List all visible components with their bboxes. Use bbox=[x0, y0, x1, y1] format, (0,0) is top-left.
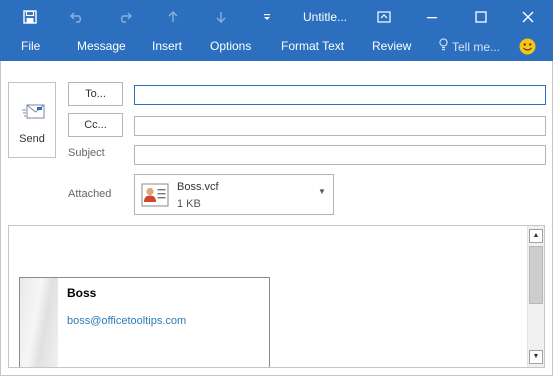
attachment-dropdown-icon[interactable]: ▼ bbox=[318, 187, 326, 196]
tell-me-box[interactable]: Tell me... bbox=[439, 34, 500, 61]
undo-icon[interactable] bbox=[67, 0, 87, 34]
redo-icon[interactable] bbox=[115, 0, 135, 34]
send-button[interactable]: Send bbox=[8, 82, 56, 158]
maximize-icon[interactable] bbox=[469, 0, 493, 34]
subject-label: Subject bbox=[68, 147, 105, 159]
contact-card-icon bbox=[141, 183, 169, 210]
cc-button[interactable]: Cc... bbox=[68, 113, 123, 137]
down-arrow-icon[interactable] bbox=[211, 0, 231, 34]
scroll-down-icon[interactable]: ▼ bbox=[529, 350, 543, 364]
ribbon-tabs: File Message Insert Options Format Text … bbox=[0, 34, 553, 61]
scroll-up-icon[interactable]: ▲ bbox=[529, 229, 543, 243]
attached-label: Attached bbox=[68, 188, 112, 200]
attachment-item[interactable]: Boss.vcf 1 KB ▼ bbox=[134, 174, 334, 215]
window-title: Untitle... bbox=[303, 10, 348, 24]
title-bar: Untitle... bbox=[0, 0, 553, 34]
card-decoration bbox=[20, 278, 58, 367]
tab-options[interactable]: Options bbox=[210, 34, 251, 61]
business-card: Boss boss@officetooltips.com bbox=[19, 277, 270, 367]
tab-insert[interactable]: Insert bbox=[152, 34, 182, 61]
send-label: Send bbox=[19, 133, 45, 145]
minimize-icon[interactable] bbox=[420, 0, 444, 34]
tab-message[interactable]: Message bbox=[77, 34, 126, 61]
close-icon[interactable] bbox=[516, 0, 540, 34]
send-envelope-icon bbox=[22, 103, 46, 124]
tab-file[interactable]: File bbox=[21, 34, 40, 61]
lightbulb-icon bbox=[439, 35, 448, 60]
tab-review[interactable]: Review bbox=[372, 34, 411, 61]
tell-me-label: Tell me... bbox=[452, 40, 501, 54]
vertical-scrollbar[interactable]: ▲ ▼ bbox=[527, 226, 544, 367]
smiley-feedback-icon[interactable] bbox=[519, 38, 536, 56]
to-button[interactable]: To... bbox=[68, 82, 123, 106]
up-arrow-icon[interactable] bbox=[163, 0, 183, 34]
subject-field[interactable] bbox=[134, 145, 546, 165]
ribbon-display-options-icon[interactable] bbox=[374, 0, 394, 34]
scroll-thumb[interactable] bbox=[529, 246, 543, 304]
save-icon[interactable] bbox=[20, 0, 40, 34]
card-email-link[interactable]: boss@officetooltips.com bbox=[67, 315, 186, 327]
customize-quick-access-icon[interactable] bbox=[259, 0, 275, 34]
cc-field[interactable] bbox=[134, 116, 546, 136]
card-name: Boss bbox=[67, 286, 97, 300]
attachment-name: Boss.vcf bbox=[177, 181, 219, 193]
attachment-size: 1 KB bbox=[177, 198, 201, 210]
message-body[interactable]: Boss boss@officetooltips.com ▲ ▼ bbox=[8, 225, 545, 368]
to-field[interactable] bbox=[134, 85, 546, 105]
tab-format-text[interactable]: Format Text bbox=[281, 34, 344, 61]
